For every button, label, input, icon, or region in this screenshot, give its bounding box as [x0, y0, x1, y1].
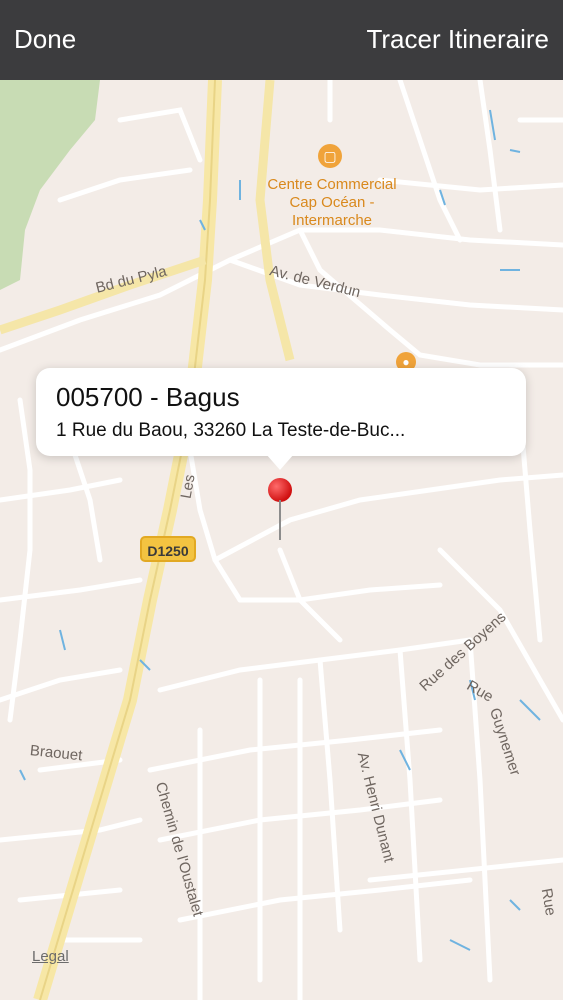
map-pin-stem — [279, 500, 281, 540]
map-pin-icon[interactable] — [268, 478, 292, 502]
map-view[interactable]: Bd du Pyla Av. de Verdun Les Rue des Boy… — [0, 80, 563, 1000]
location-callout[interactable]: 005700 - Bagus 1 Rue du Baou, 33260 La T… — [36, 368, 526, 470]
road-shield-d1250: D1250 — [140, 536, 196, 562]
legal-link[interactable]: Legal — [32, 948, 69, 965]
navigation-bar: Done Tracer Itineraire — [0, 0, 563, 80]
trace-route-button[interactable]: Tracer Itineraire — [366, 24, 549, 55]
poi-label-cap-ocean[interactable]: Centre Commercial Cap Océan - Intermarch… — [262, 176, 402, 230]
callout-address: 1 Rue du Baou, 33260 La Teste-de-Buc... — [56, 420, 406, 441]
shopping-icon[interactable]: ▢ — [318, 144, 342, 168]
callout-title: 005700 - Bagus — [56, 382, 240, 412]
done-button[interactable]: Done — [14, 24, 76, 55]
